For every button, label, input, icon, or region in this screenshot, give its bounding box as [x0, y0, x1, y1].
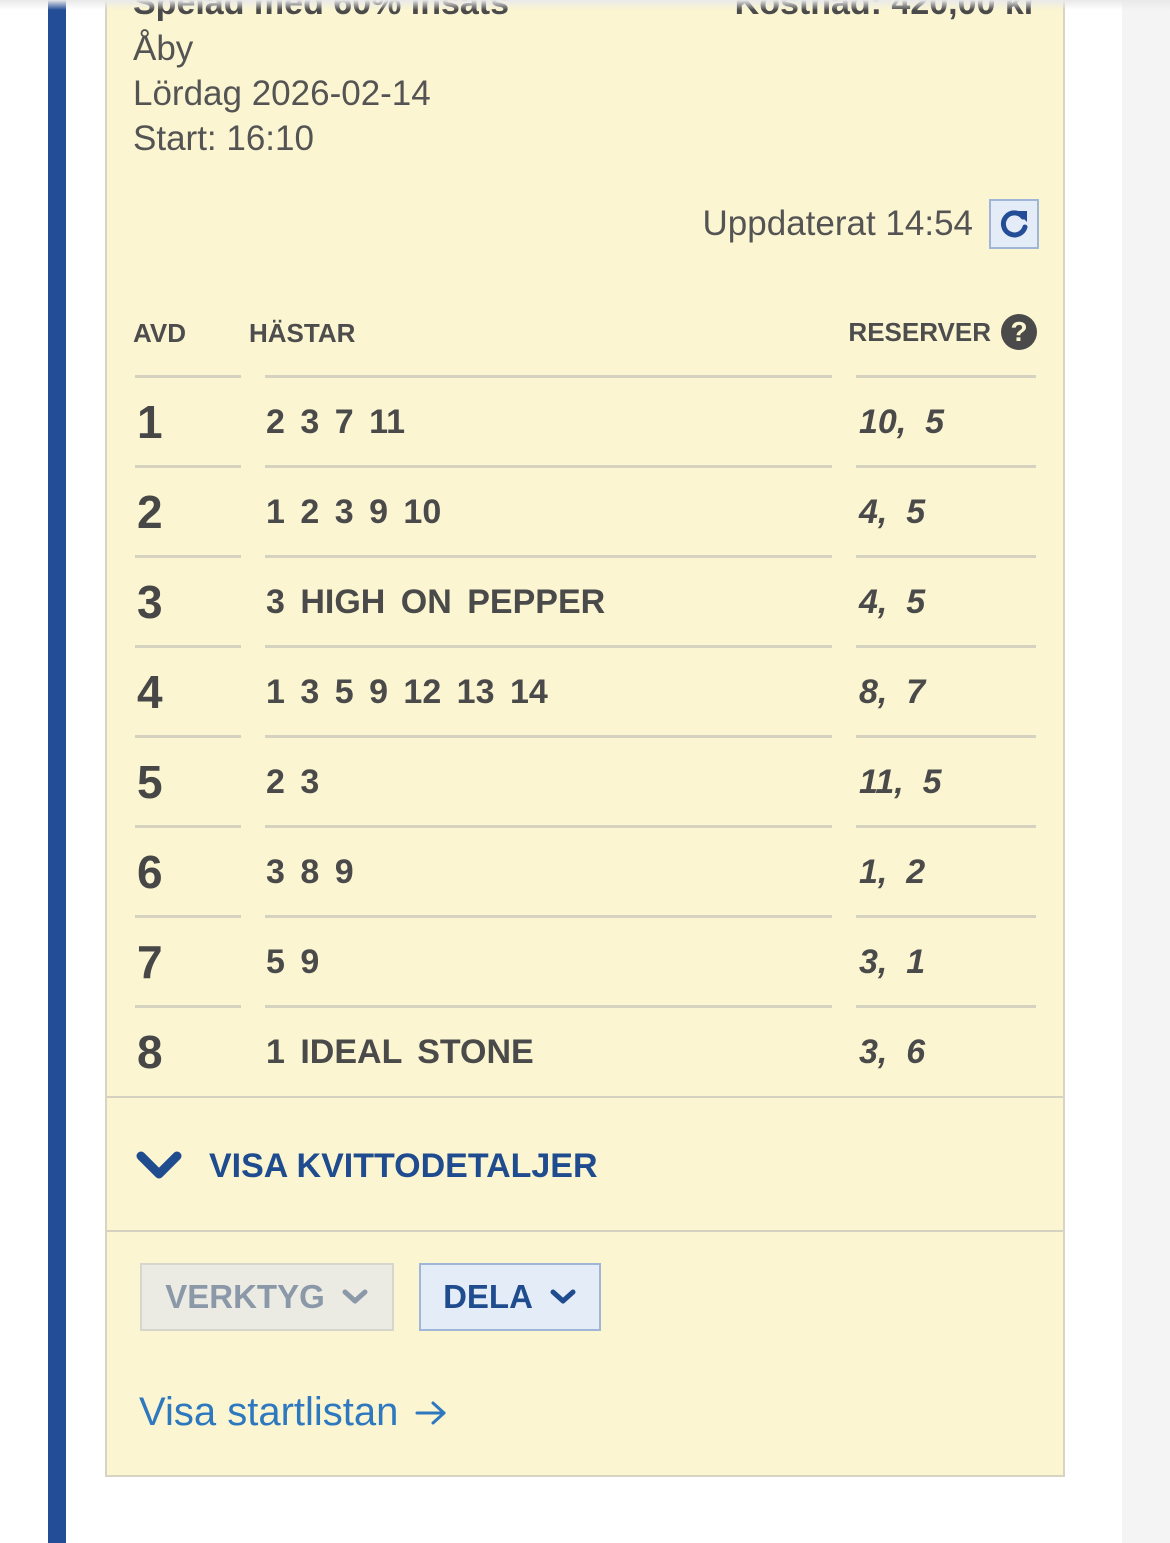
column-hastar: HÄSTAR [249, 318, 356, 348]
updated-time: Uppdaterat 14:54 [702, 204, 973, 243]
row-divider [265, 375, 832, 378]
bet-table: 1 2 3 7 11 10, 5 2 1 2 3 9 10 4, 5 3 3 H… [135, 375, 1037, 1095]
row-divider [135, 1005, 241, 1008]
horse-selection: 3 HIGH ON PEPPER [266, 583, 606, 621]
row-divider [135, 915, 241, 918]
startlist-label: Visa startlistan [139, 1390, 399, 1434]
start-time: Start: 16:10 [133, 119, 314, 158]
horse-selection: 2 3 7 11 [266, 403, 406, 441]
tools-label: VERKTYG [165, 1278, 325, 1315]
row-divider [856, 735, 1036, 738]
table-row: 8 1 IDEAL STONE 3, 6 [135, 1005, 1037, 1095]
race-meta: Åby Lördag 2026-02-14 Start: 16:10 [133, 26, 431, 161]
column-reserver-label: RESERVER [848, 316, 991, 347]
reserve-horses: 8, 7 [859, 673, 926, 711]
chevron-down-icon [342, 1289, 368, 1304]
avd-number: 6 [137, 846, 163, 898]
refresh-button[interactable] [989, 199, 1039, 249]
race-date: Lördag 2026-02-14 [133, 74, 431, 113]
row-divider [265, 555, 832, 558]
reserve-horses: 4, 5 [859, 583, 926, 621]
horse-selection: 3 8 9 [266, 853, 354, 891]
table-row: 2 1 2 3 9 10 4, 5 [135, 465, 1037, 555]
row-divider [856, 555, 1036, 558]
avd-number: 2 [137, 486, 163, 538]
column-reserver: RESERVER ? [848, 310, 1037, 354]
chevron-down-icon [550, 1289, 576, 1304]
table-row: 4 1 3 5 9 12 13 14 8, 7 [135, 645, 1037, 735]
receipt-details-label: VISA KVITTODETALJER [209, 1146, 598, 1185]
row-divider [135, 735, 241, 738]
row-divider [135, 465, 241, 468]
horse-selection: 2 3 [266, 763, 320, 801]
row-divider [856, 375, 1036, 378]
avd-number: 3 [137, 576, 163, 628]
track-name: Åby [133, 29, 194, 68]
receipt-card: Spelad med 60% insats Kostnad: 420,00 kr… [105, 0, 1065, 1477]
help-icon[interactable]: ? [1001, 314, 1037, 350]
reserve-horses: 11, 5 [859, 763, 942, 801]
section-divider [107, 1096, 1063, 1098]
horse-selection: 1 2 3 9 10 [266, 493, 442, 531]
reserve-horses: 3, 1 [859, 943, 926, 981]
tools-button[interactable]: VERKTYG [140, 1263, 394, 1331]
avd-number: 1 [137, 396, 163, 448]
row-divider [856, 825, 1036, 828]
row-divider [135, 645, 241, 648]
share-button[interactable]: DELA [419, 1263, 601, 1331]
horse-selection: 1 3 5 9 12 13 14 [266, 673, 548, 711]
row-divider [856, 915, 1036, 918]
horse-selection: 5 9 [266, 943, 320, 981]
reserve-horses: 10, 5 [859, 403, 945, 441]
row-divider [856, 465, 1036, 468]
updated-row: Uppdaterat 14:54 [703, 196, 1039, 252]
row-divider [856, 1005, 1036, 1008]
share-label: DELA [443, 1278, 533, 1315]
row-divider [265, 825, 832, 828]
row-divider [135, 555, 241, 558]
row-divider [856, 645, 1036, 648]
reserve-horses: 3, 6 [859, 1033, 926, 1071]
row-divider [265, 465, 832, 468]
row-divider [265, 915, 832, 918]
table-row: 5 2 3 11, 5 [135, 735, 1037, 825]
avd-number: 4 [137, 666, 163, 718]
header-shadow [0, 0, 1170, 10]
column-avd: AVD [133, 318, 186, 348]
table-row: 7 5 9 3, 1 [135, 915, 1037, 1005]
refresh-icon [1000, 210, 1028, 238]
horse-selection: 1 IDEAL STONE [266, 1033, 534, 1071]
receipt-details-toggle[interactable]: VISA KVITTODETALJER [135, 1140, 598, 1192]
reserve-horses: 1, 2 [859, 853, 926, 891]
avd-number: 5 [137, 756, 163, 808]
table-row: 6 3 8 9 1, 2 [135, 825, 1037, 915]
row-divider [265, 735, 832, 738]
section-divider [107, 1230, 1063, 1232]
row-divider [265, 1005, 832, 1008]
avd-number: 7 [137, 936, 163, 988]
table-row: 3 3 HIGH ON PEPPER 4, 5 [135, 555, 1037, 645]
reserve-horses: 4, 5 [859, 493, 926, 531]
avd-number: 8 [137, 1026, 163, 1078]
arrow-right-icon [415, 1401, 446, 1424]
startlist-link[interactable]: Visa startlistan [139, 1390, 448, 1435]
row-divider [135, 825, 241, 828]
row-divider [265, 645, 832, 648]
table-header: AVD HÄSTAR RESERVER ? [133, 310, 1037, 354]
accent-bar [48, 0, 66, 1543]
table-row: 1 2 3 7 11 10, 5 [135, 375, 1037, 465]
chevron-down-icon [136, 1151, 182, 1179]
row-divider [135, 375, 241, 378]
